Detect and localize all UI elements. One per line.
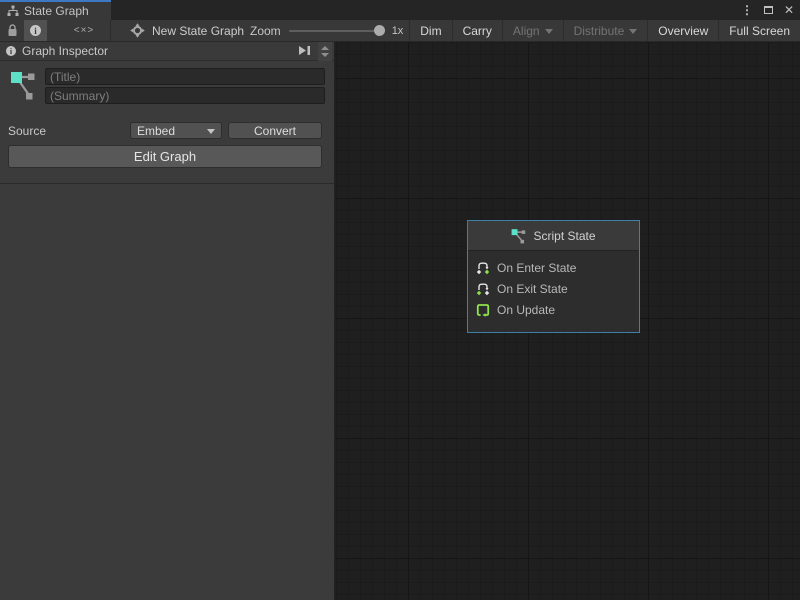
state-node-icon (511, 228, 527, 244)
source-dropdown-value: Embed (137, 124, 207, 138)
full-screen-button[interactable]: Full Screen (718, 20, 800, 41)
align-dropdown-button[interactable]: Align (502, 20, 563, 41)
inspector-title: Graph Inspector (22, 44, 108, 58)
inspector-toggle-button[interactable]: i (24, 20, 47, 41)
graph-inspector-panel: i Graph Inspector Source Embed Convert E… (0, 42, 335, 600)
graph-pan-icon (130, 23, 145, 38)
node-header[interactable]: Script State (468, 221, 639, 251)
tab-state-graph[interactable]: State Graph (0, 0, 111, 20)
maximize-icon[interactable] (764, 6, 773, 14)
on-exit-state-icon (476, 282, 490, 296)
toolbar-separator (110, 20, 111, 41)
chevron-down-icon (629, 29, 637, 34)
node-row-on-exit-state[interactable]: On Exit State (476, 278, 639, 299)
summary-field[interactable] (45, 87, 325, 104)
panel-divider (0, 183, 334, 184)
edit-graph-button[interactable]: Edit Graph (8, 145, 322, 168)
breadcrumb-label: New State Graph (152, 24, 244, 38)
zoom-value: 1x (392, 25, 404, 37)
lock-icon (7, 24, 18, 37)
node-row-on-update[interactable]: On Update (476, 299, 639, 320)
inspector-header: i Graph Inspector (0, 42, 334, 61)
dock-panel-icon[interactable] (296, 44, 312, 57)
info-icon: i (6, 46, 16, 56)
zoom-slider-handle[interactable] (374, 25, 385, 36)
zoom-label: Zoom (250, 24, 281, 38)
chevron-up-icon (321, 46, 329, 50)
lock-button[interactable] (0, 20, 24, 41)
dim-button[interactable]: Dim (409, 20, 451, 41)
graph-toolbar: i <×> New State Graph Zoom 1x Dim Carry … (0, 20, 800, 42)
convert-button[interactable]: Convert (228, 122, 322, 139)
window-menu-icon[interactable]: ⋮ (741, 4, 753, 16)
on-enter-state-icon (476, 261, 490, 275)
chevron-down-icon (545, 29, 553, 34)
chevron-down-icon (321, 53, 329, 57)
zoom-slider[interactable] (289, 30, 384, 32)
source-label: Source (8, 124, 46, 138)
code-preview-button[interactable]: <×> (58, 20, 110, 41)
graph-canvas[interactable]: Script State On Enter State O (335, 42, 800, 600)
panel-scrubber[interactable] (318, 42, 332, 61)
graph-hierarchy-icon (7, 5, 19, 17)
tab-label: State Graph (24, 4, 89, 18)
on-update-icon (476, 303, 490, 317)
title-field[interactable] (45, 68, 325, 85)
chevron-down-icon (207, 129, 215, 134)
script-state-node[interactable]: Script State On Enter State O (467, 220, 640, 333)
overview-button[interactable]: Overview (647, 20, 718, 41)
node-row-on-enter-state[interactable]: On Enter State (476, 257, 639, 278)
tab-strip: State Graph ⋮ ✕ (0, 0, 800, 20)
distribute-dropdown-button[interactable]: Distribute (563, 20, 648, 41)
close-icon[interactable]: ✕ (784, 4, 794, 16)
source-dropdown[interactable]: Embed (130, 122, 222, 139)
node-title: Script State (533, 229, 595, 243)
breadcrumb[interactable]: New State Graph (130, 20, 244, 41)
carry-button[interactable]: Carry (452, 20, 502, 41)
state-graph-icon (10, 68, 37, 102)
info-icon: i (30, 25, 41, 36)
